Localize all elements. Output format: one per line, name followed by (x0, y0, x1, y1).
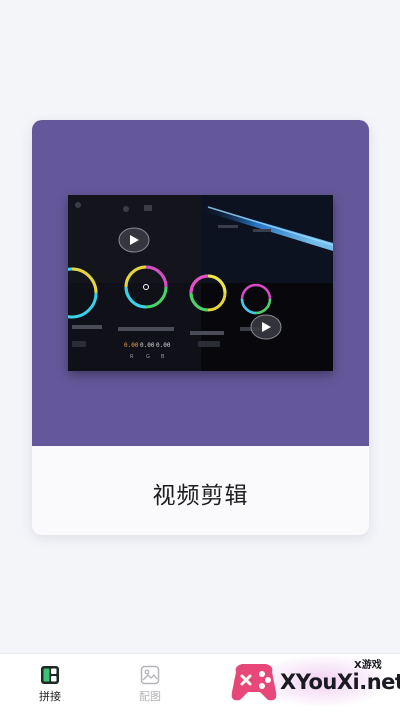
readout-1: 0.00 (124, 342, 139, 349)
tab-image-label: 配图 (139, 690, 161, 703)
card-cover: 0.00 0.00 0.00 R G B (32, 120, 369, 446)
color-grading-screenshot: 0.00 0.00 0.00 R G B (68, 195, 333, 371)
video-preview-thumbnail: 0.00 0.00 0.00 R G B (68, 195, 333, 371)
site-watermark: X游戏 XYouXi.net (228, 652, 400, 711)
play-button-2[interactable] (250, 314, 282, 340)
watermark-text: XYouXi.net (280, 670, 400, 694)
watermark-badge: X游戏 (354, 660, 382, 671)
card-footer: 视频剪辑 (32, 446, 369, 535)
channel-g: G (146, 354, 150, 360)
video-edit-card[interactable]: 0.00 0.00 0.00 R G B 视频剪辑 (32, 120, 369, 535)
tab-image[interactable]: 配图 (115, 654, 185, 712)
play-button-1[interactable] (118, 227, 150, 253)
channel-b: B (161, 354, 165, 360)
tab-collage-label: 拼接 (39, 690, 61, 703)
channel-r: R (130, 354, 134, 360)
gamepad-icon (231, 664, 277, 701)
readout-2: 0.00 (140, 342, 155, 349)
collage-icon (40, 665, 60, 685)
card-title: 视频剪辑 (152, 483, 249, 509)
tab-collage[interactable]: 拼接 (15, 654, 85, 712)
image-icon (140, 665, 160, 685)
readout-3: 0.00 (156, 342, 171, 349)
